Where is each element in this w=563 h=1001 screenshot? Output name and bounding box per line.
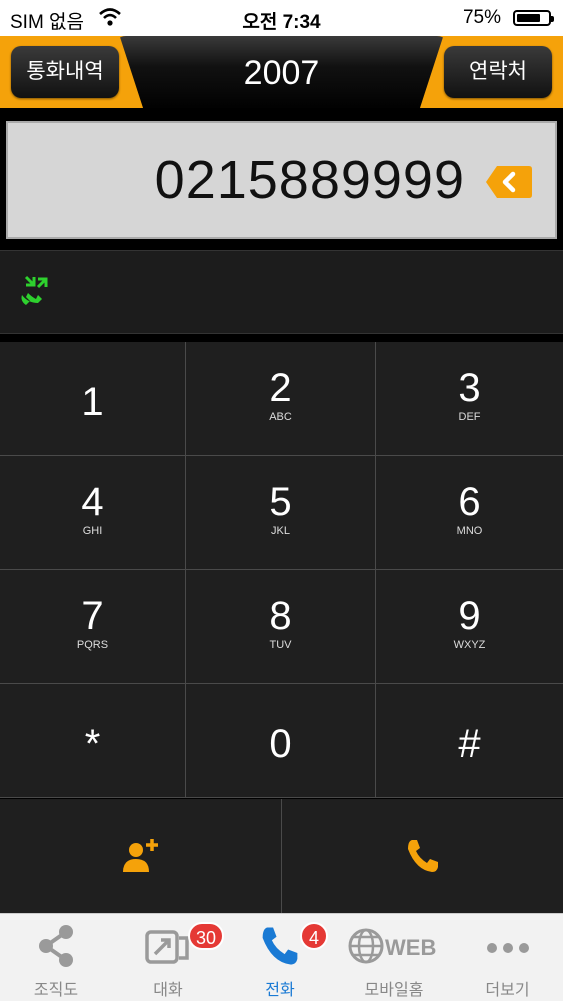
key-2[interactable]: 2 ABC xyxy=(186,342,376,456)
tab-chat[interactable]: 대화 30 xyxy=(112,914,225,1001)
dial-display: 0215889999 xyxy=(6,121,557,239)
key-digit: 8 xyxy=(269,594,292,638)
tab-bar: 조직도 대화 30 전화 4 WEB 모바일홈 더보기 xyxy=(0,913,563,1001)
key-letters: DEF xyxy=(458,411,481,423)
phone-icon xyxy=(407,840,438,872)
key-digit: 0 xyxy=(269,722,292,766)
phone-icon xyxy=(262,927,298,965)
key-letters: JKL xyxy=(271,525,290,537)
tab-phone[interactable]: 전화 4 xyxy=(224,914,336,1001)
status-bar: SIM 없음 오전 7:34 75% xyxy=(0,0,563,36)
key-1[interactable]: 1 xyxy=(0,342,186,456)
key-digit: 3 xyxy=(458,366,481,410)
tab-organization[interactable]: 조직도 xyxy=(0,914,112,1001)
battery-percent: 75% xyxy=(462,7,501,28)
key-letters: TUV xyxy=(269,639,292,651)
key-6[interactable]: 6 MNO xyxy=(376,456,563,570)
key-7[interactable]: 7 PQRS xyxy=(0,570,186,684)
key-letters: ABC xyxy=(269,411,292,423)
more-icon xyxy=(486,943,529,953)
call-history-button[interactable]: 통화내역 xyxy=(11,46,119,98)
tab-label: 전화 xyxy=(265,982,295,999)
key-digit: 5 xyxy=(269,480,292,524)
key-digit: 9 xyxy=(458,594,481,638)
key-digit: 7 xyxy=(81,594,104,638)
key-digit: 2 xyxy=(269,366,292,410)
tab-label: 대화 xyxy=(153,982,183,999)
call-transfer-icon xyxy=(21,275,48,305)
key-9[interactable]: 9 WXYZ xyxy=(376,570,563,684)
battery-icon xyxy=(513,10,554,26)
key-4[interactable]: 4 GHI xyxy=(0,456,186,570)
contacts-button[interactable]: 연락처 xyxy=(444,46,552,98)
key-8[interactable]: 8 TUV xyxy=(186,570,376,684)
share-icon xyxy=(39,925,73,967)
phone-badge: 4 xyxy=(300,922,328,950)
dial-actions xyxy=(0,799,563,913)
chat-badge: 30 xyxy=(188,922,225,950)
key-digit: # xyxy=(458,722,481,766)
call-button[interactable] xyxy=(282,799,563,913)
key-letters: WXYZ xyxy=(453,639,486,651)
key-hash[interactable]: # xyxy=(376,684,563,798)
tab-label: 모바일홈 xyxy=(364,982,424,999)
globe-icon: WEB xyxy=(348,928,436,964)
tab-label: 더보기 xyxy=(485,982,530,999)
dial-keypad: 1 2 ABC 3 DEF 4 GHI 5 JKL 6 MNO 7 PQRS 8 TUV 9 WXYZ * 0 # xyxy=(0,342,563,798)
add-contact-button[interactable] xyxy=(0,799,282,913)
key-star[interactable]: * xyxy=(0,684,186,798)
key-digit: 1 xyxy=(81,380,104,424)
add-contact-icon xyxy=(122,839,158,872)
backspace-icon[interactable] xyxy=(485,165,533,199)
key-0[interactable]: 0 xyxy=(186,684,376,798)
chat-icon xyxy=(145,930,189,964)
dialed-number: 0215889999 xyxy=(154,150,465,210)
web-label: WEB xyxy=(385,935,436,960)
key-3[interactable]: 3 DEF xyxy=(376,342,563,456)
tab-mobile-home[interactable]: WEB 모바일홈 xyxy=(336,914,452,1001)
key-digit: 6 xyxy=(458,480,481,524)
tab-more[interactable]: 더보기 xyxy=(452,914,563,1001)
key-digit: * xyxy=(84,722,101,766)
key-letters: GHI xyxy=(82,525,103,537)
key-5[interactable]: 5 JKL xyxy=(186,456,376,570)
key-digit: 4 xyxy=(81,480,104,524)
title-bar: 2007 통화내역 연락처 xyxy=(0,36,563,112)
tab-label: 조직도 xyxy=(33,982,79,999)
key-letters: PQRS xyxy=(76,639,109,651)
key-letters: MNO xyxy=(456,525,483,537)
call-status-row xyxy=(0,250,563,334)
